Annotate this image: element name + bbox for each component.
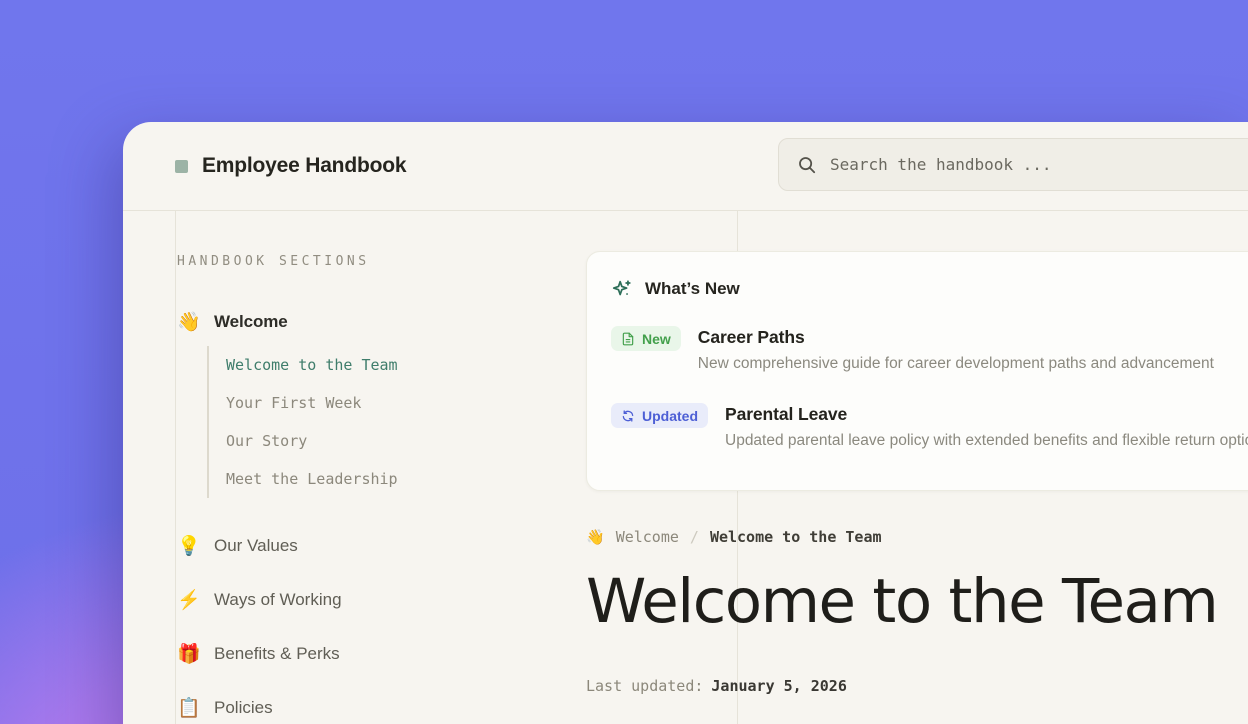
news-item-description: New comprehensive guide for career devel…: [698, 355, 1214, 373]
window-body: HANDBOOK SECTIONS 👋 Welcome Welcome to t…: [123, 210, 1248, 724]
breadcrumb-section[interactable]: Welcome: [616, 528, 679, 546]
sparkles-icon: [611, 278, 633, 300]
lightbulb-emoji-icon: 💡: [177, 537, 201, 556]
sidebar-item-label: Welcome: [214, 312, 288, 332]
news-item-text: Career Paths New comprehensive guide for…: [698, 327, 1214, 373]
app-title: Employee Handbook: [202, 154, 406, 178]
sidebar: HANDBOOK SECTIONS 👋 Welcome Welcome to t…: [176, 211, 596, 720]
refresh-icon: [621, 409, 635, 423]
whats-new-card: What’s New New Career: [586, 251, 1248, 491]
sidebar-item-label: Our Values: [214, 536, 298, 556]
page-title: Welcome to the Team: [586, 566, 1248, 637]
wave-emoji-icon: 👋: [177, 313, 201, 332]
sidebar-subitem-your-first-week[interactable]: Your First Week: [226, 384, 596, 422]
whats-new-header: What’s New: [611, 278, 1248, 300]
sidebar-subitem-meet-the-leadership[interactable]: Meet the Leadership: [226, 460, 596, 498]
sidebar-sublist: Welcome to the Team Your First Week Our …: [207, 346, 596, 498]
news-item-description: Updated parental leave policy with exten…: [725, 432, 1248, 450]
sidebar-item-our-values[interactable]: 💡 Our Values: [177, 534, 596, 558]
badge-label: New: [642, 331, 671, 347]
search-bar[interactable]: [778, 138, 1248, 191]
updated-badge: Updated: [611, 403, 708, 428]
wave-emoji-icon: 👋: [586, 528, 605, 546]
badge-label: Updated: [642, 408, 698, 424]
last-updated-value: January 5, 2026: [711, 677, 846, 695]
sidebar-item-label: Ways of Working: [214, 590, 342, 610]
sidebar-item-policies[interactable]: 📋 Policies: [177, 696, 596, 720]
news-item-title: Career Paths: [698, 327, 1214, 348]
sidebar-subitem-our-story[interactable]: Our Story: [226, 422, 596, 460]
sidebar-subitem-welcome-to-the-team[interactable]: Welcome to the Team: [226, 346, 596, 384]
new-badge: New: [611, 326, 681, 351]
breadcrumb-separator: /: [690, 528, 699, 546]
app-header: Employee Handbook: [123, 122, 1248, 210]
sidebar-item-ways-of-working[interactable]: ⚡ Ways of Working: [177, 588, 596, 612]
breadcrumb-page: Welcome to the Team: [710, 528, 882, 546]
whats-new-title: What’s New: [645, 279, 740, 299]
news-item-text: Parental Leave Updated parental leave po…: [725, 404, 1248, 450]
last-updated: Last updated: January 5, 2026: [586, 677, 1248, 695]
news-item-title: Parental Leave: [725, 404, 1248, 425]
news-item-parental-leave[interactable]: Updated Parental Leave Updated parental …: [611, 404, 1248, 450]
breadcrumb: 👋 Welcome / Welcome to the Team: [586, 528, 1248, 546]
sidebar-item-welcome[interactable]: 👋 Welcome: [177, 310, 596, 334]
app-window: Employee Handbook HANDBOOK SECTIONS 👋 We…: [123, 122, 1248, 724]
news-item-career-paths[interactable]: New Career Paths New comprehensive guide…: [611, 327, 1248, 373]
whats-new-list: New Career Paths New comprehensive guide…: [611, 327, 1248, 450]
search-input[interactable]: [830, 155, 1248, 174]
file-text-icon: [621, 332, 635, 346]
gift-emoji-icon: 🎁: [177, 645, 201, 664]
main-content: What’s New New Career: [586, 211, 1248, 695]
clipboard-emoji-icon: 📋: [177, 699, 201, 718]
sidebar-item-label: Benefits & Perks: [214, 644, 340, 664]
sidebar-section-label: HANDBOOK SECTIONS: [177, 254, 596, 269]
last-updated-label: Last updated:: [586, 677, 703, 695]
search-icon: [797, 155, 817, 175]
sidebar-sections: 💡 Our Values ⚡ Ways of Working 🎁 Benefit…: [177, 534, 596, 720]
app-logo-icon: [175, 160, 188, 173]
lightning-emoji-icon: ⚡: [177, 591, 201, 610]
sidebar-item-benefits-perks[interactable]: 🎁 Benefits & Perks: [177, 642, 596, 666]
sidebar-item-label: Policies: [214, 698, 273, 718]
